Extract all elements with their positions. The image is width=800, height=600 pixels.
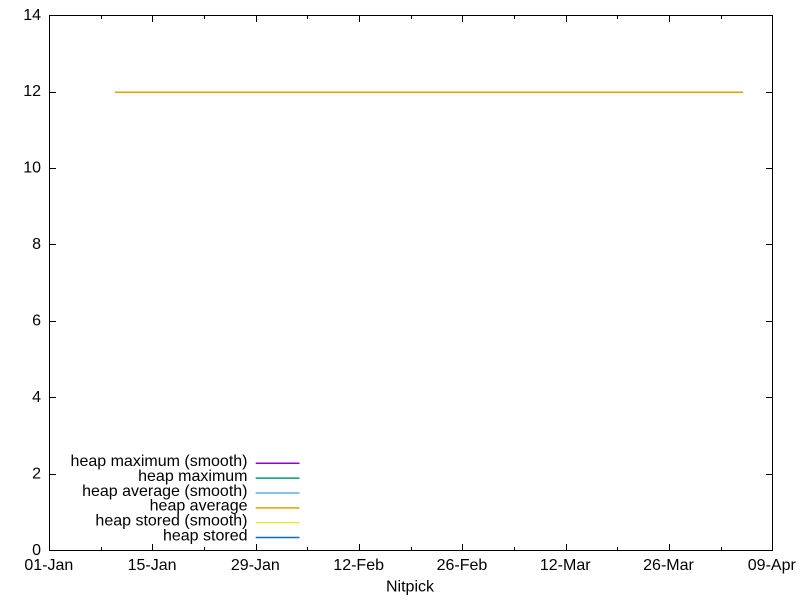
svg-text:Nitpick: Nitpick	[386, 578, 435, 595]
svg-text:12: 12	[23, 83, 41, 100]
svg-text:6: 6	[32, 313, 41, 330]
svg-text:09-Apr: 09-Apr	[748, 557, 797, 574]
svg-text:8: 8	[32, 236, 41, 253]
svg-text:01-Jan: 01-Jan	[24, 557, 73, 574]
svg-text:2: 2	[32, 465, 41, 482]
svg-text:heap stored: heap stored	[163, 527, 248, 544]
svg-text:26-Mar: 26-Mar	[643, 557, 694, 574]
svg-text:14: 14	[23, 7, 41, 24]
svg-text:4: 4	[32, 389, 41, 406]
svg-text:12-Feb: 12-Feb	[333, 557, 384, 574]
svg-text:29-Jan: 29-Jan	[231, 557, 280, 574]
svg-text:12-Mar: 12-Mar	[540, 557, 591, 574]
svg-text:26-Feb: 26-Feb	[437, 557, 488, 574]
svg-text:10: 10	[23, 160, 41, 177]
svg-text:15-Jan: 15-Jan	[128, 557, 177, 574]
